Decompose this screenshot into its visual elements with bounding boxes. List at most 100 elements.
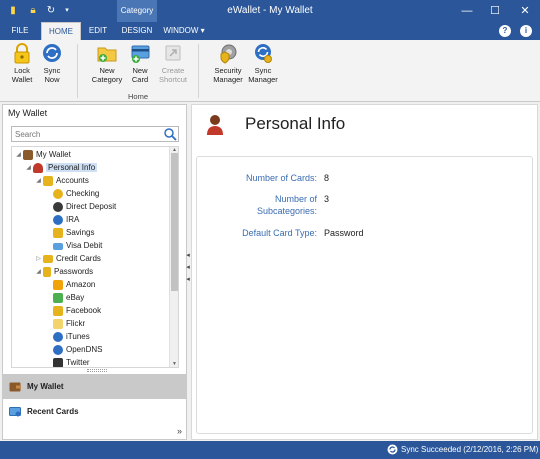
- new-category-button[interactable]: New Category: [88, 42, 126, 84]
- tab-design[interactable]: DESIGN: [118, 22, 156, 40]
- itunes-icon: [53, 332, 63, 342]
- subcategories-label-line2: Subcategories:: [256, 206, 317, 216]
- tree-scrollbar[interactable]: ▲ ▼: [169, 147, 178, 367]
- info-circle-icon: [53, 215, 63, 225]
- security-manager-label-1: Security: [214, 66, 242, 75]
- maximize-button[interactable]: ☐: [480, 0, 510, 22]
- configure-buttons-chevron-icon[interactable]: »: [177, 426, 182, 436]
- create-shortcut-label-2: Shortcut: [159, 75, 187, 84]
- tree-node-label: My Wallet: [36, 150, 71, 159]
- tree-node-personal-info[interactable]: ◢ Personal Info: [24, 162, 98, 174]
- person-icon: [33, 163, 43, 173]
- create-shortcut-button[interactable]: Create Shortcut: [155, 42, 191, 84]
- security-manager-label-2: Manager: [213, 75, 243, 84]
- tree-node-label: eBay: [66, 293, 85, 302]
- new-category-label-1: New: [99, 66, 115, 75]
- create-shortcut-label-1: Create: [161, 66, 185, 75]
- sync-manager-icon: [255, 44, 272, 63]
- new-folder-icon: [97, 47, 117, 62]
- collapse-icon[interactable]: ◢: [14, 149, 23, 161]
- tree-node-amazon[interactable]: Amazon: [53, 279, 95, 291]
- security-manager-button[interactable]: Security Manager: [209, 42, 247, 84]
- coin-icon: [53, 189, 63, 199]
- expand-icon[interactable]: ▷: [34, 253, 43, 265]
- tree-node-label: Accounts: [56, 176, 89, 185]
- status-bar: Sync Succeeded (2/12/2016, 2:26 PM): [0, 441, 540, 459]
- sync-status-icon: [387, 444, 398, 455]
- lock-wallet-button[interactable]: Lock Wallet: [5, 42, 39, 84]
- wallet-icon: [23, 150, 33, 160]
- ribbon-separator: [77, 44, 78, 98]
- tab-home[interactable]: HOME: [41, 22, 81, 40]
- tree-node-label: Checking: [66, 189, 100, 198]
- minimize-button[interactable]: —: [452, 0, 482, 22]
- page-title: Personal Info: [245, 114, 346, 133]
- piggy-bank-icon: [53, 228, 63, 238]
- info-icon[interactable]: i: [520, 25, 532, 37]
- tree-node-checking[interactable]: Checking: [53, 188, 99, 200]
- tree-node-label: Credit Cards: [56, 254, 101, 263]
- security-shield-icon: [220, 44, 237, 64]
- tree-node-accounts[interactable]: ◢ Accounts: [34, 175, 89, 187]
- tree-node-label: Amazon: [66, 280, 96, 289]
- collapse-icon[interactable]: ◢: [34, 175, 43, 187]
- tree-node-savings[interactable]: Savings: [53, 227, 94, 239]
- tab-file[interactable]: FILE: [6, 22, 34, 40]
- status-text: Sync Succeeded (2/12/2016, 2:26 PM): [401, 445, 539, 454]
- tree-node-ebay[interactable]: eBay: [53, 292, 84, 304]
- wallet-tree: ◢ My Wallet ◢ Personal Info ◢ Accounts Chec…: [11, 146, 179, 368]
- cards-count-label: Number of Cards:: [245, 173, 317, 183]
- panel-splitter-grip[interactable]: [87, 369, 107, 372]
- tree-node-passwords[interactable]: ◢ Passwords: [34, 266, 93, 278]
- collapse-icon[interactable]: ◢: [24, 162, 33, 174]
- sync-now-icon: [43, 44, 61, 62]
- nav-recent-cards-label: Recent Cards: [27, 407, 79, 416]
- tree-node-ira[interactable]: IRA: [53, 214, 79, 226]
- facebook-icon: [53, 306, 63, 316]
- close-button[interactable]: ✕: [510, 0, 540, 22]
- search-input[interactable]: [12, 127, 160, 141]
- lock-wallet-label-2: Wallet: [11, 75, 33, 84]
- search-icon[interactable]: [163, 127, 177, 141]
- ribbon-group-label: Home: [128, 92, 149, 101]
- title-bar: ▮ 🔒︎ ↻ ▾ eWallet - My Wallet — ☐ ✕: [0, 0, 540, 22]
- tree-node-visa-debit[interactable]: Visa Debit: [53, 240, 102, 252]
- tab-window[interactable]: WINDOW ▾: [160, 22, 208, 40]
- tree-node-itunes[interactable]: iTunes: [53, 331, 90, 343]
- new-card-button[interactable]: New Card: [123, 42, 157, 84]
- tree-node-label: Facebook: [66, 306, 102, 315]
- credit-card-folder-icon: [43, 255, 53, 263]
- card-icon: [53, 243, 63, 250]
- scroll-down-arrow-icon[interactable]: ▼: [170, 361, 178, 367]
- new-card-label-1: New: [132, 66, 148, 75]
- tab-edit[interactable]: EDIT: [84, 22, 112, 40]
- wallet-icon: [9, 382, 21, 392]
- tree-node-direct-deposit[interactable]: Direct Deposit: [53, 201, 116, 213]
- ribbon-separator: [198, 44, 199, 98]
- tree-node-credit-cards[interactable]: ▷ Credit Cards: [34, 253, 101, 265]
- sync-manager-label-1: Sync: [254, 66, 272, 75]
- coins-icon: [43, 176, 53, 186]
- nav-my-wallet[interactable]: My Wallet: [3, 374, 186, 399]
- tree-node-opendns[interactable]: OpenDNS: [53, 344, 102, 356]
- subcategories-value: 3: [324, 194, 330, 204]
- ribbon: Lock Wallet Sync Now New Category New Ca…: [0, 40, 540, 102]
- deposit-icon: [53, 202, 63, 212]
- new-card-icon: [131, 45, 150, 63]
- tree-node-facebook[interactable]: Facebook: [53, 305, 101, 317]
- nav-recent-cards[interactable]: Recent Cards: [3, 399, 186, 424]
- tree-node-twitter[interactable]: Twitter: [53, 357, 90, 367]
- new-card-label-2: Card: [131, 75, 149, 84]
- ribbon-tabs: FILE HOME EDIT DESIGN WINDOW ▾ ? i: [0, 22, 540, 40]
- sync-now-button[interactable]: Sync Now: [35, 42, 69, 84]
- collapse-icon[interactable]: ◢: [34, 266, 43, 278]
- tree-node-label: Twitter: [66, 358, 90, 367]
- scrollbar-thumb[interactable]: [171, 153, 178, 291]
- tree-node-flickr[interactable]: Flickr: [53, 318, 85, 330]
- lock-wallet-label-1: Lock: [14, 66, 30, 75]
- help-icon[interactable]: ?: [499, 25, 511, 37]
- nav-my-wallet-label: My Wallet: [27, 382, 64, 391]
- tree-node-my-wallet[interactable]: ◢ My Wallet: [14, 149, 71, 161]
- sync-manager-button[interactable]: Sync Manager: [246, 42, 280, 84]
- key-icon: [43, 267, 51, 277]
